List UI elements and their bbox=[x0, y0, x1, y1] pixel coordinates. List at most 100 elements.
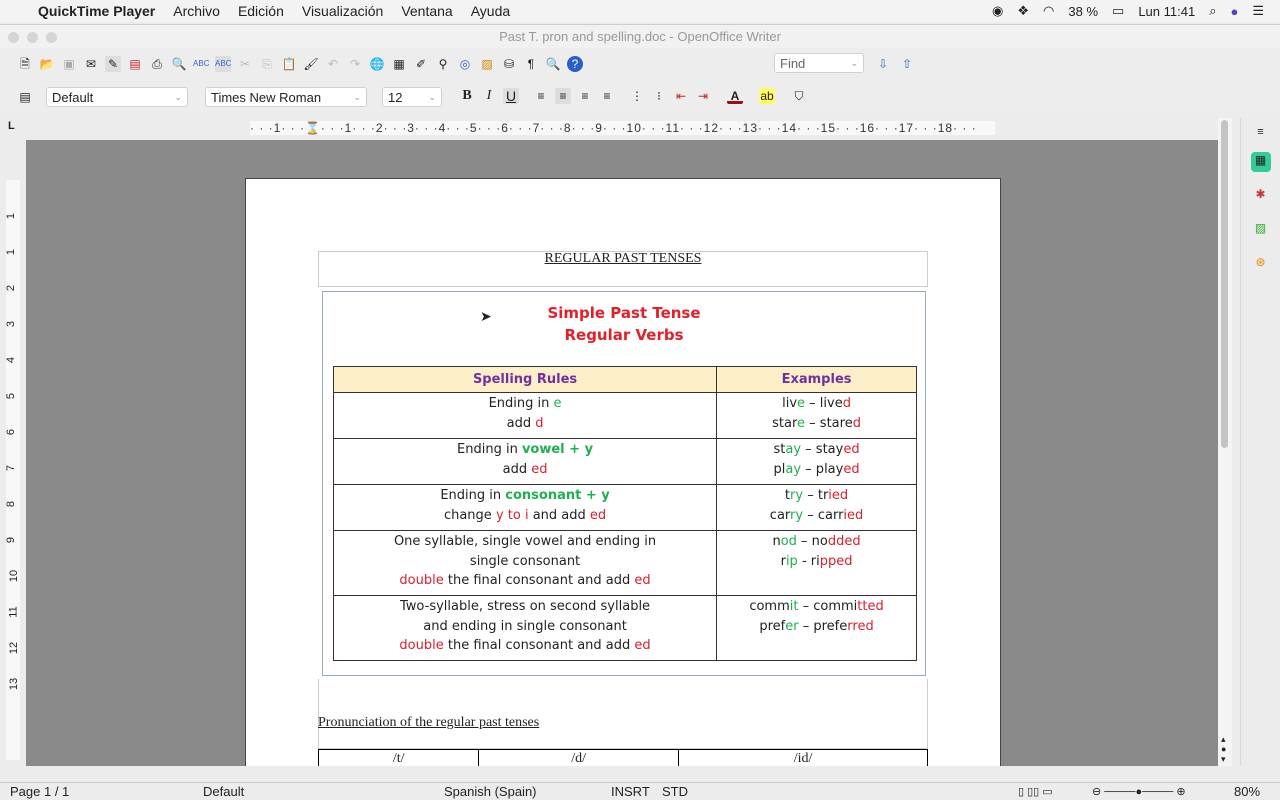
chevron-down-icon[interactable]: ⌄ bbox=[850, 58, 858, 69]
menu-archivo[interactable]: Archivo bbox=[173, 3, 220, 19]
find-replace-icon[interactable]: ⚲ bbox=[435, 56, 451, 72]
properties-icon[interactable]: ▦ bbox=[1250, 152, 1271, 172]
print-icon[interactable]: ⎙ bbox=[149, 56, 165, 72]
menu-ayuda[interactable]: Ayuda bbox=[471, 3, 510, 19]
notification-center-icon[interactable]: ☰ bbox=[1252, 3, 1264, 19]
paste-icon[interactable]: 📋 bbox=[281, 56, 297, 72]
text-segment: ry bbox=[790, 488, 804, 503]
autospell-icon[interactable]: ABC bbox=[215, 56, 231, 72]
help-icon[interactable]: ? bbox=[567, 56, 583, 72]
increase-indent-icon[interactable]: ⇥ bbox=[695, 88, 711, 104]
clock[interactable]: Lun 11:41 bbox=[1138, 4, 1195, 19]
email-icon[interactable]: ✉ bbox=[83, 56, 99, 72]
styles-formatting-icon[interactable]: ✱ bbox=[1251, 186, 1271, 206]
menu-app[interactable]: QuickTime Player bbox=[38, 3, 155, 19]
text-segment: – play bbox=[801, 461, 844, 477]
tab-stop-icon[interactable]: L bbox=[8, 120, 15, 132]
document-area[interactable]: REGULAR PAST TENSES Simple Past Tense Reg… bbox=[26, 140, 1218, 766]
menu-edicion[interactable]: Edición bbox=[238, 3, 284, 19]
spelling-rules-image[interactable]: Simple Past Tense Regular Verbs Spelling … bbox=[322, 291, 926, 676]
text-segment: ry bbox=[790, 507, 804, 523]
new-icon[interactable]: 🗎 bbox=[17, 56, 33, 72]
datasources-icon[interactable]: ⛁ bbox=[501, 56, 517, 72]
gallery-sidebar-icon[interactable]: ▨ bbox=[1251, 220, 1271, 240]
bold-icon[interactable]: B bbox=[459, 88, 475, 104]
navigator-icon[interactable]: ◎ bbox=[457, 56, 473, 72]
align-left-icon[interactable]: ≡ bbox=[533, 88, 549, 104]
print-preview-icon[interactable]: 🔍 bbox=[171, 56, 187, 72]
cut-icon[interactable]: ✂ bbox=[237, 56, 253, 72]
dropbox-icon[interactable]: ❖ bbox=[1017, 3, 1029, 19]
zoom-button[interactable] bbox=[46, 32, 57, 43]
table-row: Ending in vowel + y add ed stay – stayed pl… bbox=[332, 438, 917, 485]
draw-icon[interactable]: ✐ bbox=[413, 56, 429, 72]
find-next-icon[interactable]: ⇩ bbox=[875, 56, 891, 72]
cell-line: add d bbox=[336, 414, 714, 434]
horizontal-ruler[interactable]: L · · ·1· · ·⌛· · ·1· · ·2· · ·3· · ·4· … bbox=[0, 118, 1240, 138]
styles-icon[interactable]: ▤ bbox=[17, 89, 33, 105]
status-zoom[interactable]: 80% bbox=[1234, 784, 1260, 800]
status-language[interactable]: Spanish (Spain) bbox=[444, 784, 537, 800]
zoom-icon[interactable]: 🔍 bbox=[545, 56, 561, 72]
spotlight-icon[interactable]: ⌕ bbox=[1209, 3, 1216, 19]
cell-line: Ending in e bbox=[336, 394, 714, 414]
gallery-icon[interactable]: ▨ bbox=[479, 56, 495, 72]
find-input[interactable]: Find ⌄ bbox=[774, 53, 864, 73]
hyperlink-icon[interactable]: 🌐 bbox=[369, 56, 385, 72]
scroll-arrows-icon[interactable]: ▴ ● ▾ bbox=[1221, 734, 1226, 764]
decrease-indent-icon[interactable]: ⇤ bbox=[673, 88, 689, 104]
highlight-icon[interactable]: ab bbox=[759, 88, 775, 104]
font-color-icon[interactable]: A bbox=[727, 88, 743, 104]
find-previous-icon[interactable]: ⇧ bbox=[899, 56, 915, 72]
spellcheck-icon[interactable]: ABC bbox=[193, 56, 209, 72]
text-segment: pped bbox=[819, 553, 853, 569]
font-name-select[interactable]: Times New Roman ⌄ bbox=[205, 87, 367, 107]
menu-ventana[interactable]: Ventana bbox=[401, 3, 452, 19]
redo-icon[interactable]: ↷ bbox=[347, 56, 363, 72]
edit-mode-icon[interactable]: ✎ bbox=[105, 56, 121, 72]
page[interactable]: REGULAR PAST TENSES Simple Past Tense Reg… bbox=[245, 178, 1001, 766]
table-icon[interactable]: ▦ bbox=[391, 56, 407, 72]
scrollbar-thumb[interactable] bbox=[1221, 120, 1228, 448]
siri-icon[interactable]: ● bbox=[1230, 4, 1238, 19]
wifi-icon[interactable]: ◠ bbox=[1043, 3, 1054, 19]
battery-icon[interactable]: ▭ bbox=[1112, 3, 1124, 19]
copy-icon[interactable]: ⎘ bbox=[259, 56, 275, 72]
formatting-marks-icon[interactable]: ¶ bbox=[523, 56, 539, 72]
align-center-icon[interactable]: ≡ bbox=[555, 88, 571, 104]
background-color-icon[interactable]: ⛉ bbox=[791, 88, 807, 104]
vertical-ruler[interactable]: 1 1 2 3 4 5 6 7 8 9 10 11 12 13 bbox=[0, 140, 26, 766]
cell-line: try – tried bbox=[719, 486, 914, 506]
open-icon[interactable]: 📂 bbox=[39, 56, 55, 72]
numbering-icon[interactable]: ⋮ bbox=[629, 88, 645, 104]
text-segment: car bbox=[769, 507, 791, 523]
cell-line: stay – stayed bbox=[719, 440, 914, 460]
menu-visualizacion[interactable]: Visualización bbox=[302, 3, 383, 19]
vertical-scrollbar[interactable]: ▴ ● ▾ bbox=[1218, 118, 1232, 766]
italic-icon[interactable]: I bbox=[481, 88, 497, 104]
status-insert-mode[interactable]: INSRT bbox=[611, 784, 650, 800]
save-icon[interactable]: ▣ bbox=[61, 56, 77, 72]
cell-line: change y to i and add ed bbox=[336, 506, 714, 526]
sidebar-menu-icon[interactable]: ≡ bbox=[1241, 126, 1280, 138]
justify-icon[interactable]: ≡ bbox=[599, 88, 615, 104]
pdf-icon[interactable]: ▤ bbox=[127, 56, 143, 72]
align-right-icon[interactable]: ≡ bbox=[577, 88, 593, 104]
zoom-slider[interactable]: ⊖ ────●──── ⊕ bbox=[1092, 784, 1186, 800]
navigator-sidebar-icon[interactable]: ⊛ bbox=[1251, 254, 1271, 274]
underline-icon[interactable]: U bbox=[503, 88, 519, 104]
status-page[interactable]: Page 1 / 1 bbox=[10, 784, 69, 800]
minimize-button[interactable] bbox=[27, 32, 38, 43]
record-icon[interactable]: ◉ bbox=[992, 3, 1003, 19]
undo-icon[interactable]: ↶ bbox=[325, 56, 341, 72]
font-size-select[interactable]: 12 ⌄ bbox=[382, 87, 442, 107]
format-paintbrush-icon[interactable]: 🖌 bbox=[303, 56, 319, 72]
status-style[interactable]: Default bbox=[203, 784, 244, 800]
close-button[interactable] bbox=[8, 32, 19, 43]
paragraph-style-select[interactable]: Default ⌄ bbox=[46, 87, 188, 107]
text-segment: and ending in single consonant bbox=[423, 618, 627, 634]
status-selection-mode[interactable]: STD bbox=[662, 784, 688, 800]
bullets-icon[interactable]: ⁝ bbox=[651, 88, 667, 104]
table-row: Ending in consonant + y change y to i and… bbox=[332, 484, 917, 531]
view-layout-icons[interactable]: ▯ ▯▯ ▭ bbox=[1018, 784, 1053, 800]
